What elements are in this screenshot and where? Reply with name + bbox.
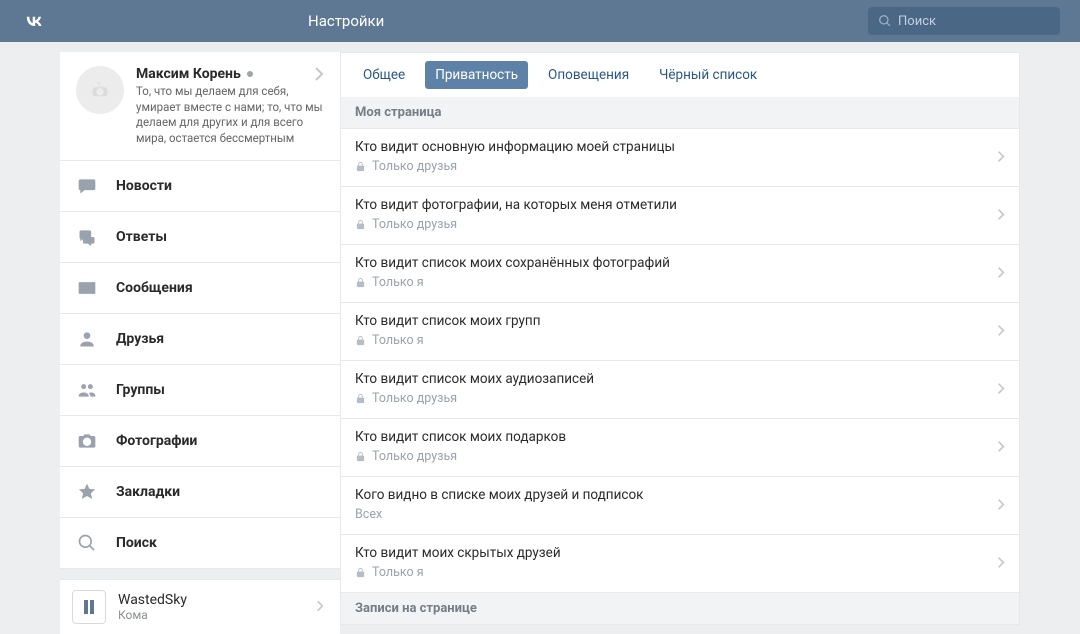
privacy-row-value: Только я bbox=[355, 333, 1005, 348]
privacy-row-title: Кто видит фотографии, на которых меня от… bbox=[355, 197, 1005, 213]
privacy-row[interactable]: Кто видит фотографии, на которых меня от… bbox=[340, 187, 1020, 245]
privacy-row[interactable]: Кого видно в списке моих друзей и подпис… bbox=[340, 477, 1020, 535]
topbar: Настройки Поиск bbox=[0, 0, 1080, 42]
avatar-placeholder bbox=[76, 66, 124, 114]
chevron-right-icon bbox=[316, 598, 324, 617]
chevron-right-icon bbox=[314, 66, 324, 86]
privacy-row[interactable]: Кто видит основную информацию моей стран… bbox=[340, 129, 1020, 187]
nav-news[interactable]: Новости bbox=[60, 161, 340, 212]
search-placeholder: Поиск bbox=[898, 14, 936, 29]
privacy-row-value: Всех bbox=[355, 507, 1005, 522]
privacy-row-value: Только друзья bbox=[355, 391, 1005, 406]
users-icon bbox=[76, 379, 98, 401]
search-input[interactable]: Поиск bbox=[868, 7, 1060, 35]
mail-icon bbox=[76, 277, 98, 299]
chevron-right-icon bbox=[997, 380, 1005, 399]
nav-photos[interactable]: Фотографии bbox=[60, 416, 340, 467]
privacy-row[interactable]: Кто видит список моих аудиозаписей Только… bbox=[340, 361, 1020, 419]
section-my-page: Моя страница bbox=[340, 97, 1020, 129]
chevron-right-icon bbox=[997, 322, 1005, 341]
privacy-row-title: Кто видит список моих сохранённых фотогр… bbox=[355, 255, 1005, 271]
privacy-row-title: Кто видит список моих аудиозаписей bbox=[355, 371, 1005, 387]
privacy-row-title: Кто видит список моих подарков bbox=[355, 429, 1005, 445]
nav-messages[interactable]: Сообщения bbox=[60, 263, 340, 314]
search-icon bbox=[76, 532, 98, 554]
privacy-row-value: Только друзья bbox=[355, 217, 1005, 232]
chevron-right-icon bbox=[997, 438, 1005, 457]
page-title: Настройки bbox=[308, 12, 868, 30]
pause-button[interactable] bbox=[72, 590, 106, 624]
privacy-row-value: Только друзья bbox=[355, 449, 1005, 464]
sidebar: Максим Корень То, что мы делаем для себя… bbox=[60, 42, 340, 634]
privacy-row-value: Только друзья bbox=[355, 159, 1005, 174]
player-track: WastedSky bbox=[118, 592, 187, 609]
privacy-row-title: Кто видит основную информацию моей стран… bbox=[355, 139, 1005, 155]
privacy-row[interactable]: Кто видит список моих подарков Только дру… bbox=[340, 419, 1020, 477]
privacy-row-value: Только я bbox=[355, 275, 1005, 290]
nav: Новости Ответы Сообщения Друзья Группы Ф… bbox=[60, 161, 340, 569]
privacy-row-title: Кто видит моих скрытых друзей bbox=[355, 545, 1005, 561]
privacy-row-title: Кто видит список моих групп bbox=[355, 313, 1005, 329]
tabs: Общее Приватность Оповещения Чёрный спис… bbox=[340, 52, 1020, 97]
nav-search[interactable]: Поиск bbox=[60, 518, 340, 569]
chevron-right-icon bbox=[997, 206, 1005, 225]
vk-logo[interactable] bbox=[20, 7, 48, 35]
chevron-right-icon bbox=[997, 554, 1005, 573]
nav-groups[interactable]: Группы bbox=[60, 365, 340, 416]
audio-player[interactable]: WastedSky Кома bbox=[60, 579, 340, 634]
chevron-right-icon bbox=[997, 148, 1005, 167]
user-icon bbox=[76, 328, 98, 350]
star-icon bbox=[76, 481, 98, 503]
profile-status: То, что мы делаем для себя, умирает вмес… bbox=[136, 84, 324, 146]
chats-icon bbox=[76, 226, 98, 248]
nav-bookmarks[interactable]: Закладки bbox=[60, 467, 340, 518]
profile-card[interactable]: Максим Корень То, что мы делаем для себя… bbox=[60, 52, 340, 161]
tab-general[interactable]: Общее bbox=[353, 61, 415, 89]
privacy-row[interactable]: Кто видит список моих сохранённых фотогр… bbox=[340, 245, 1020, 303]
nav-replies[interactable]: Ответы bbox=[60, 212, 340, 263]
online-dot-icon bbox=[247, 71, 253, 77]
profile-name: Максим Корень bbox=[136, 66, 324, 82]
privacy-row-title: Кого видно в списке моих друзей и подпис… bbox=[355, 487, 1005, 503]
speech-icon bbox=[76, 175, 98, 197]
tab-notifications[interactable]: Оповещения bbox=[538, 61, 639, 89]
settings-panel: Общее Приватность Оповещения Чёрный спис… bbox=[340, 42, 1020, 634]
tab-privacy[interactable]: Приватность bbox=[425, 61, 528, 89]
camera-icon bbox=[76, 430, 98, 452]
player-artist: Кома bbox=[118, 608, 187, 622]
section-posts: Записи на странице bbox=[340, 593, 1020, 625]
chevron-right-icon bbox=[997, 264, 1005, 283]
chevron-right-icon bbox=[997, 496, 1005, 515]
nav-friends[interactable]: Друзья bbox=[60, 314, 340, 365]
tab-blacklist[interactable]: Чёрный список bbox=[649, 61, 767, 89]
privacy-row[interactable]: Кто видит список моих групп Только я bbox=[340, 303, 1020, 361]
privacy-row[interactable]: Кто видит моих скрытых друзей Только я bbox=[340, 535, 1020, 593]
privacy-row-value: Только я bbox=[355, 565, 1005, 580]
